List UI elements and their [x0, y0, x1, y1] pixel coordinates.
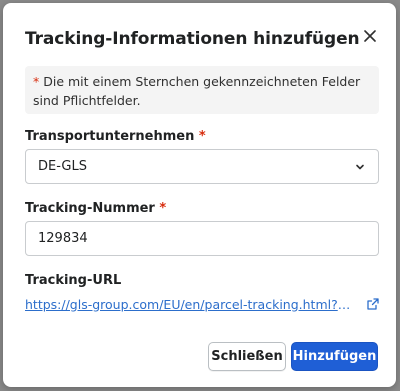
- carrier-label: Transportunternehmen *: [25, 129, 206, 144]
- notice-text: Die mit einem Sternchen gekennzeichneten…: [33, 74, 361, 108]
- tracking-url-label: Tracking-URL: [25, 273, 122, 288]
- close-dialog-button[interactable]: Schließen: [208, 342, 286, 371]
- carrier-label-text: Transportunternehmen: [25, 129, 195, 144]
- carrier-select-value: DE-GLS: [38, 159, 87, 174]
- tracking-dialog: Tracking-Informationen hinzufügen * Die …: [3, 3, 396, 387]
- tracking-number-required-mark: *: [159, 201, 167, 216]
- tracking-url-link[interactable]: https://gls-group.com/EU/en/parcel-track…: [25, 297, 361, 312]
- external-link-icon: [367, 298, 379, 310]
- tracking-url-row: https://gls-group.com/EU/en/parcel-track…: [25, 295, 379, 313]
- add-button[interactable]: Hinzufügen: [291, 342, 378, 371]
- chevron-down-icon: [356, 164, 364, 170]
- tracking-number-input[interactable]: [25, 221, 379, 256]
- close-button[interactable]: [359, 25, 381, 47]
- dialog-title: Tracking-Informationen hinzufügen: [25, 29, 360, 49]
- tracking-number-label: Tracking-Nummer *: [25, 201, 166, 216]
- carrier-required-mark: *: [198, 129, 206, 144]
- close-icon: [364, 30, 376, 42]
- tracking-number-label-text: Tracking-Nummer: [25, 201, 155, 216]
- carrier-select[interactable]: DE-GLS: [25, 149, 379, 184]
- required-fields-notice: * Die mit einem Sternchen gekennzeichnet…: [25, 66, 379, 114]
- external-link-button[interactable]: [367, 298, 379, 310]
